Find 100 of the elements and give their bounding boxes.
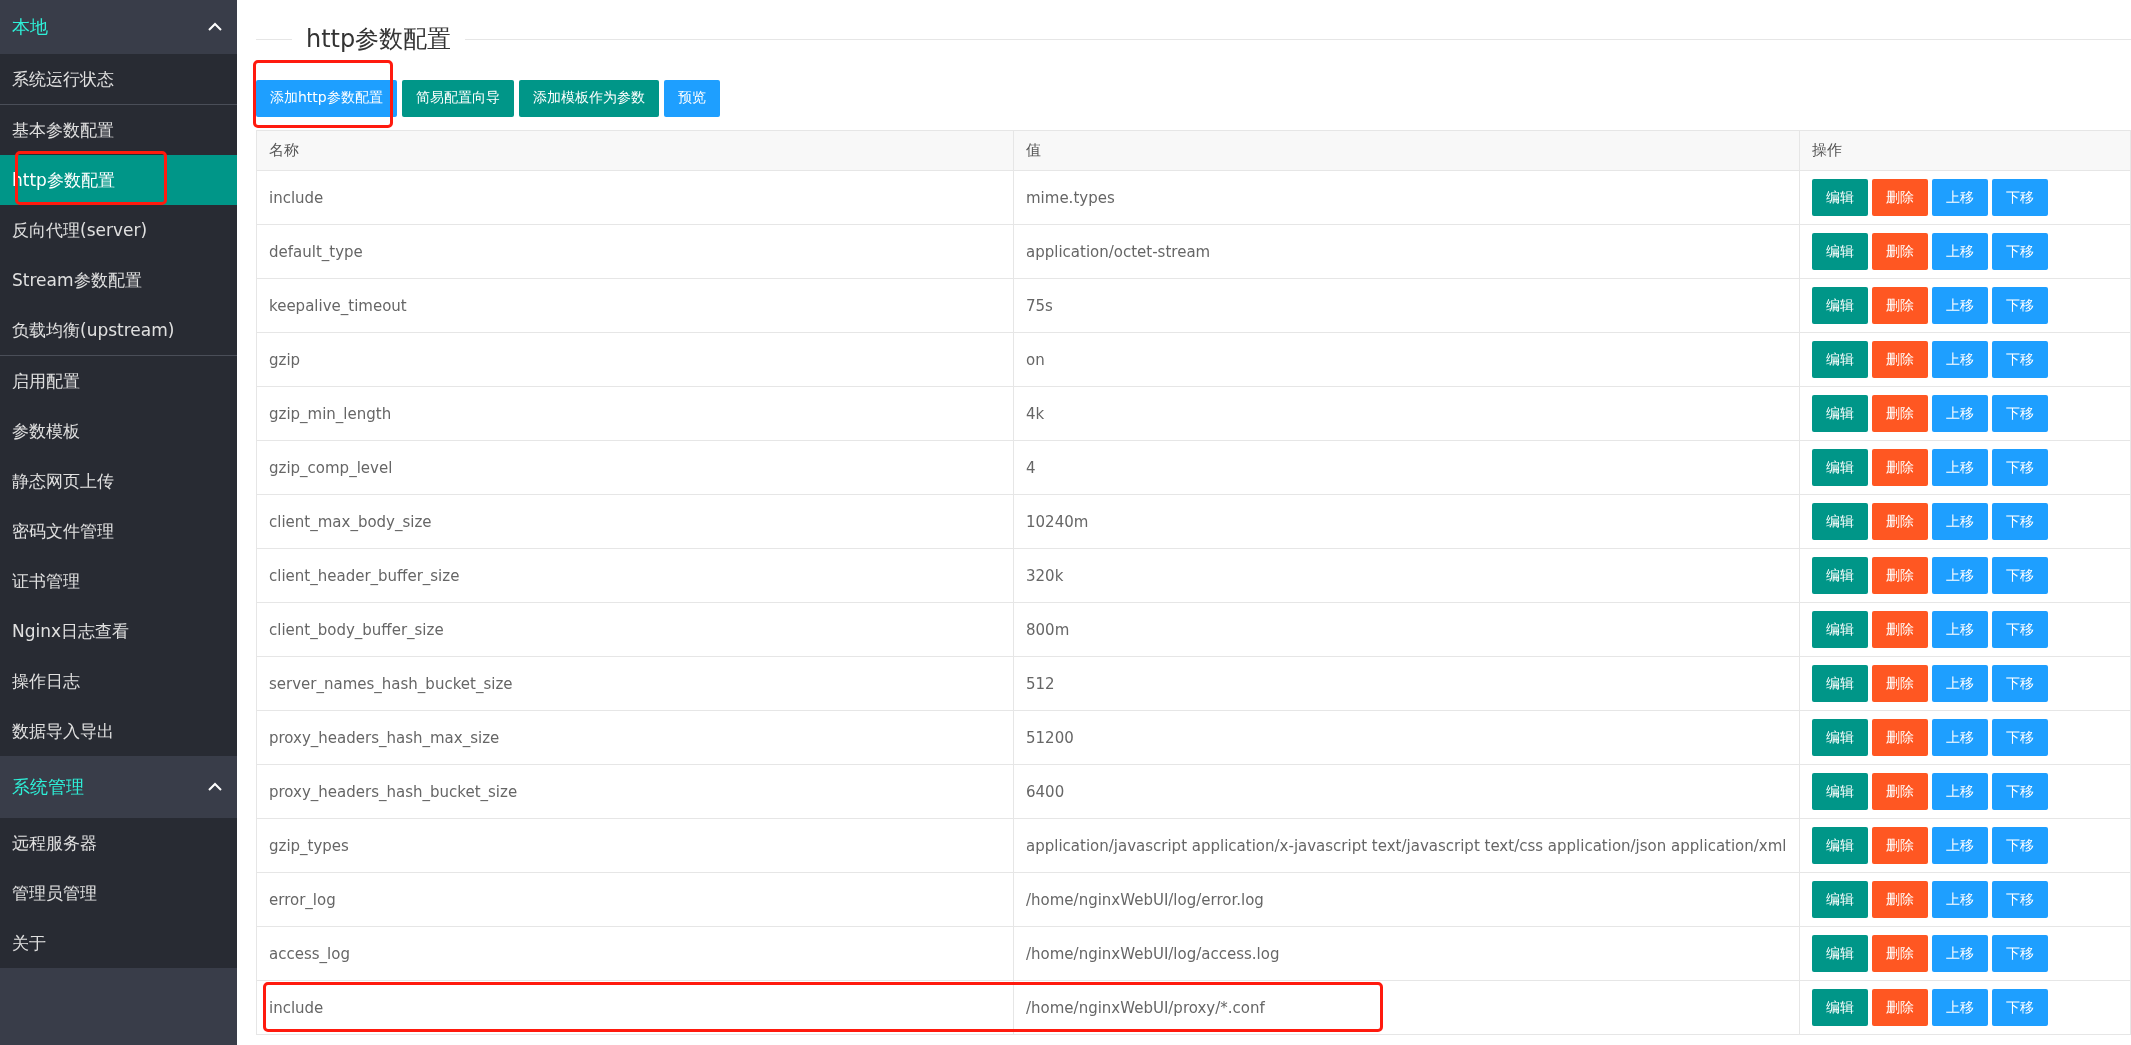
table-cell: include bbox=[269, 998, 324, 1017]
row-action-button[interactable]: 下移 bbox=[1991, 287, 2048, 324]
row-action-button[interactable]: 编辑 bbox=[1811, 935, 1868, 972]
sidebar-item[interactable]: 静态网页上传 bbox=[0, 456, 237, 506]
row-action-button[interactable]: 删除 bbox=[1871, 665, 1928, 702]
row-action-button[interactable]: 上移 bbox=[1931, 719, 1988, 756]
row-action-button[interactable]: 编辑 bbox=[1811, 341, 1868, 378]
row-action-button[interactable]: 编辑 bbox=[1811, 773, 1868, 810]
row-action-button[interactable]: 上移 bbox=[1931, 773, 1988, 810]
sidebar-item[interactable]: 密码文件管理 bbox=[0, 506, 237, 556]
table-cell: 320k bbox=[1026, 566, 1064, 585]
table-cell: proxy_headers_hash_max_size bbox=[269, 728, 500, 747]
row-action-button[interactable]: 删除 bbox=[1871, 773, 1928, 810]
row-action-button[interactable]: 删除 bbox=[1871, 935, 1928, 972]
row-action-button[interactable]: 编辑 bbox=[1811, 179, 1868, 216]
row-action-button[interactable]: 上移 bbox=[1931, 503, 1988, 540]
sidebar-item[interactable]: 参数模板 bbox=[0, 406, 237, 456]
sidebar-item[interactable]: 数据导入导出 bbox=[0, 706, 237, 756]
table-cell: 51200 bbox=[1026, 728, 1074, 747]
row-action-button[interactable]: 编辑 bbox=[1811, 989, 1868, 1026]
row-action-button[interactable]: 删除 bbox=[1871, 233, 1928, 270]
row-action-button[interactable]: 删除 bbox=[1871, 989, 1928, 1026]
row-action-button[interactable]: 下移 bbox=[1991, 935, 2048, 972]
table-cell: keepalive_timeout bbox=[269, 296, 407, 315]
table-cell: access_log bbox=[269, 944, 350, 963]
row-action-button[interactable]: 编辑 bbox=[1811, 287, 1868, 324]
sidebar-item[interactable]: 关于 bbox=[0, 918, 237, 968]
row-action-button[interactable]: 上移 bbox=[1931, 989, 1988, 1026]
row-action-button[interactable]: 下移 bbox=[1991, 989, 2048, 1026]
row-action-button[interactable]: 删除 bbox=[1871, 503, 1928, 540]
row-action-button[interactable]: 编辑 bbox=[1811, 395, 1868, 432]
row-action-button[interactable]: 下移 bbox=[1991, 341, 2048, 378]
row-action-button[interactable]: 编辑 bbox=[1811, 449, 1868, 486]
row-action-button[interactable]: 下移 bbox=[1991, 503, 2048, 540]
sidebar-item[interactable]: 远程服务器 bbox=[0, 818, 237, 868]
row-action-button[interactable]: 下移 bbox=[1991, 557, 2048, 594]
row-action-button[interactable]: 编辑 bbox=[1811, 827, 1868, 864]
row-action-button[interactable]: 删除 bbox=[1871, 287, 1928, 324]
row-action-button[interactable]: 编辑 bbox=[1811, 665, 1868, 702]
sidebar-item[interactable]: Nginx日志查看 bbox=[0, 606, 237, 656]
sidebar-item[interactable]: 启用配置 bbox=[0, 356, 237, 406]
row-action-button[interactable]: 删除 bbox=[1871, 557, 1928, 594]
row-action-button[interactable]: 编辑 bbox=[1811, 557, 1868, 594]
row-action-button[interactable]: 删除 bbox=[1871, 179, 1928, 216]
row-action-button[interactable]: 下移 bbox=[1991, 233, 2048, 270]
row-action-button[interactable]: 上移 bbox=[1931, 827, 1988, 864]
row-action-button[interactable]: 上移 bbox=[1931, 179, 1988, 216]
row-action-button[interactable]: 下移 bbox=[1991, 665, 2048, 702]
row-action-button[interactable]: 删除 bbox=[1871, 341, 1928, 378]
row-action-button[interactable]: 删除 bbox=[1871, 827, 1928, 864]
sidebar-item[interactable]: 系统运行状态 bbox=[0, 54, 237, 104]
row-action-button[interactable]: 下移 bbox=[1991, 827, 2048, 864]
toolbar-button[interactable]: 添加模板作为参数 bbox=[518, 79, 659, 117]
row-action-button[interactable]: 下移 bbox=[1991, 179, 2048, 216]
row-action-button[interactable]: 删除 bbox=[1871, 719, 1928, 756]
column-header: 操作 bbox=[1799, 130, 2131, 171]
table-cell: on bbox=[1026, 350, 1045, 369]
row-action-button[interactable]: 上移 bbox=[1931, 935, 1988, 972]
row-action-button[interactable]: 上移 bbox=[1931, 341, 1988, 378]
row-action-button[interactable]: 下移 bbox=[1991, 881, 2048, 918]
row-action-button[interactable]: 编辑 bbox=[1811, 503, 1868, 540]
row-action-button[interactable]: 删除 bbox=[1871, 395, 1928, 432]
row-action-button[interactable]: 编辑 bbox=[1811, 719, 1868, 756]
sidebar-item[interactable]: 管理员管理 bbox=[0, 868, 237, 918]
chevron-icon bbox=[207, 782, 223, 792]
toolbar-button[interactable]: 简易配置向导 bbox=[401, 79, 514, 117]
row-action-button[interactable]: 上移 bbox=[1931, 557, 1988, 594]
toolbar-button[interactable]: 预览 bbox=[663, 79, 720, 117]
row-action-button[interactable]: 删除 bbox=[1871, 881, 1928, 918]
row-action-button[interactable]: 上移 bbox=[1931, 665, 1988, 702]
row-action-button[interactable]: 删除 bbox=[1871, 611, 1928, 648]
row-action-button[interactable]: 上移 bbox=[1931, 611, 1988, 648]
sidebar-item[interactable]: Stream参数配置 bbox=[0, 255, 237, 305]
row-action-button[interactable]: 删除 bbox=[1871, 449, 1928, 486]
table-cell: mime.types bbox=[1026, 188, 1115, 207]
row-action-button[interactable]: 上移 bbox=[1931, 287, 1988, 324]
table-cell: /home/nginxWebUI/log/access.log bbox=[1026, 944, 1280, 963]
row-action-button[interactable]: 上移 bbox=[1931, 395, 1988, 432]
row-action-button[interactable]: 下移 bbox=[1991, 773, 2048, 810]
table-cell: gzip_min_length bbox=[269, 404, 392, 423]
sidebar-item[interactable]: 基本参数配置 bbox=[0, 105, 237, 155]
row-action-button[interactable]: 编辑 bbox=[1811, 233, 1868, 270]
sidebar-item[interactable]: 证书管理 bbox=[0, 556, 237, 606]
row-action-button[interactable]: 编辑 bbox=[1811, 611, 1868, 648]
sidebar-item[interactable]: 操作日志 bbox=[0, 656, 237, 706]
row-action-button[interactable]: 下移 bbox=[1991, 449, 2048, 486]
row-action-button[interactable]: 下移 bbox=[1991, 395, 2048, 432]
row-action-button[interactable]: 下移 bbox=[1991, 611, 2048, 648]
table-cell: 6400 bbox=[1026, 782, 1065, 801]
table-cell: /home/nginxWebUI/log/error.log bbox=[1026, 890, 1264, 909]
toolbar-button[interactable]: 添加http参数配置 bbox=[256, 79, 397, 117]
row-action-button[interactable]: 上移 bbox=[1931, 233, 1988, 270]
sidebar-item[interactable]: 反向代理(server) bbox=[0, 205, 237, 255]
row-action-button[interactable]: 上移 bbox=[1931, 881, 1988, 918]
sidebar-item[interactable]: 负载均衡(upstream) bbox=[0, 305, 237, 355]
row-action-button[interactable]: 上移 bbox=[1931, 449, 1988, 486]
table-cell: application/octet-stream bbox=[1026, 242, 1211, 261]
row-action-button[interactable]: 下移 bbox=[1991, 719, 2048, 756]
row-action-button[interactable]: 编辑 bbox=[1811, 881, 1868, 918]
table-cell: gzip bbox=[269, 350, 301, 369]
